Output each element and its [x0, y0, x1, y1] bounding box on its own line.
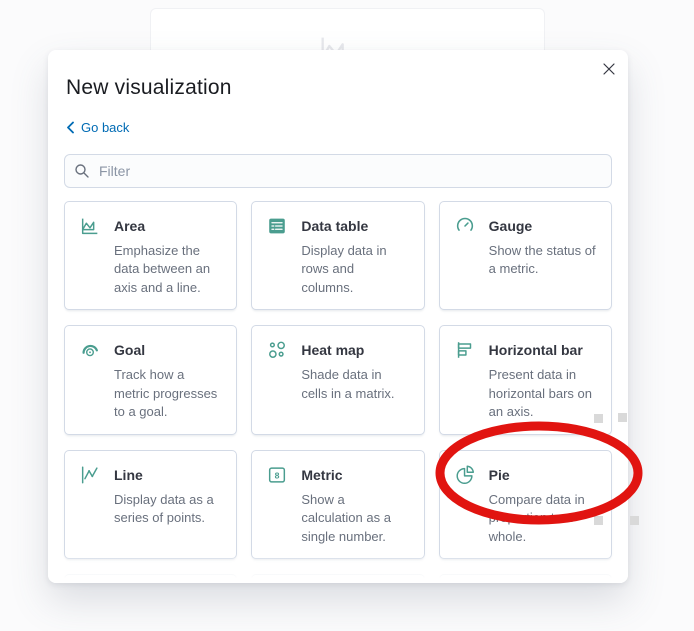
- svg-text:8: 8: [275, 470, 280, 480]
- card-description: Compare data in proportion to a whole.: [488, 491, 585, 544]
- viz-card-data-table[interactable]: Data table Display data in rows and colu…: [251, 201, 425, 311]
- card-title: Heat map: [301, 342, 365, 359]
- viz-card-timelion[interactable]: Timelion Show time series data on a grap…: [251, 574, 425, 583]
- card-description: Track how a metric progresses to a goal.: [114, 367, 218, 420]
- card-title: Metric: [301, 466, 343, 483]
- card-description: Show a calculation as a single number.: [301, 491, 391, 544]
- card-description: Emphasize the data between an axis and a…: [114, 243, 211, 295]
- annotation-handle: [618, 413, 627, 422]
- viz-card-pie[interactable]: Pie Compare data in proportion to a whol…: [438, 449, 612, 560]
- card-description: Display data in rows and columns.: [301, 243, 387, 295]
- card-description: Shade data in cells in a matrix.: [301, 367, 395, 401]
- horizontal-bar-icon: [454, 339, 476, 361]
- card-description: Present data in horizontal bars on an ax…: [488, 367, 592, 420]
- goal-icon: [79, 339, 101, 361]
- annotation-handle: [630, 516, 639, 525]
- viz-card-gauge[interactable]: Gauge Show the status of a metric.: [438, 201, 612, 311]
- viz-card-metric[interactable]: 8 Metric Show a calculation as a single …: [251, 449, 425, 560]
- pie-chart-icon: [454, 464, 476, 486]
- annotation-handle: [594, 414, 603, 423]
- area-chart-icon: [79, 215, 101, 237]
- go-back-label: Go back: [81, 120, 130, 135]
- data-table-icon: [266, 215, 288, 237]
- viz-card-horizontal-bar[interactable]: Horizontal bar Present data in horizonta…: [438, 325, 612, 435]
- card-description: Show the status of a metric.: [488, 243, 596, 277]
- new-visualization-modal: New visualization Go back Area: [48, 50, 628, 583]
- viz-card-vertical-bar[interactable]: Vertical bar Present data in vertical ba…: [438, 574, 612, 583]
- metric-icon: 8: [266, 464, 288, 486]
- card-title: Line: [114, 466, 143, 483]
- annotation-handle: [594, 516, 603, 525]
- card-title: Area: [114, 218, 146, 234]
- page-title: New visualization: [66, 76, 232, 99]
- viz-card-area[interactable]: Area Emphasize the data between an axis …: [64, 201, 238, 311]
- card-title: Data table: [301, 218, 369, 234]
- card-title: Horizontal bar: [488, 342, 583, 359]
- card-title: Pie: [488, 466, 510, 483]
- close-icon[interactable]: [598, 58, 620, 80]
- chevron-left-icon: [67, 121, 74, 134]
- line-chart-icon: [79, 464, 101, 486]
- go-back-link[interactable]: Go back: [66, 120, 129, 135]
- visualization-type-grid: Area Emphasize the data between an axis …: [64, 201, 612, 583]
- viz-card-tag-cloud[interactable]: Tag cloud Display word frequency with fo…: [64, 574, 238, 583]
- heat-map-icon: [266, 339, 288, 361]
- card-title: Goal: [114, 342, 146, 359]
- filter-input[interactable]: [64, 154, 612, 188]
- card-description: Display data as a series of points.: [114, 491, 214, 526]
- viz-card-line[interactable]: Line Display data as a series of points.: [64, 449, 238, 560]
- gauge-icon: [454, 215, 476, 237]
- viz-card-heat-map[interactable]: Heat map Shade data in cells in a matrix…: [251, 325, 425, 435]
- viz-card-goal[interactable]: Goal Track how a metric progresses to a …: [64, 325, 238, 435]
- card-title: Gauge: [488, 218, 533, 234]
